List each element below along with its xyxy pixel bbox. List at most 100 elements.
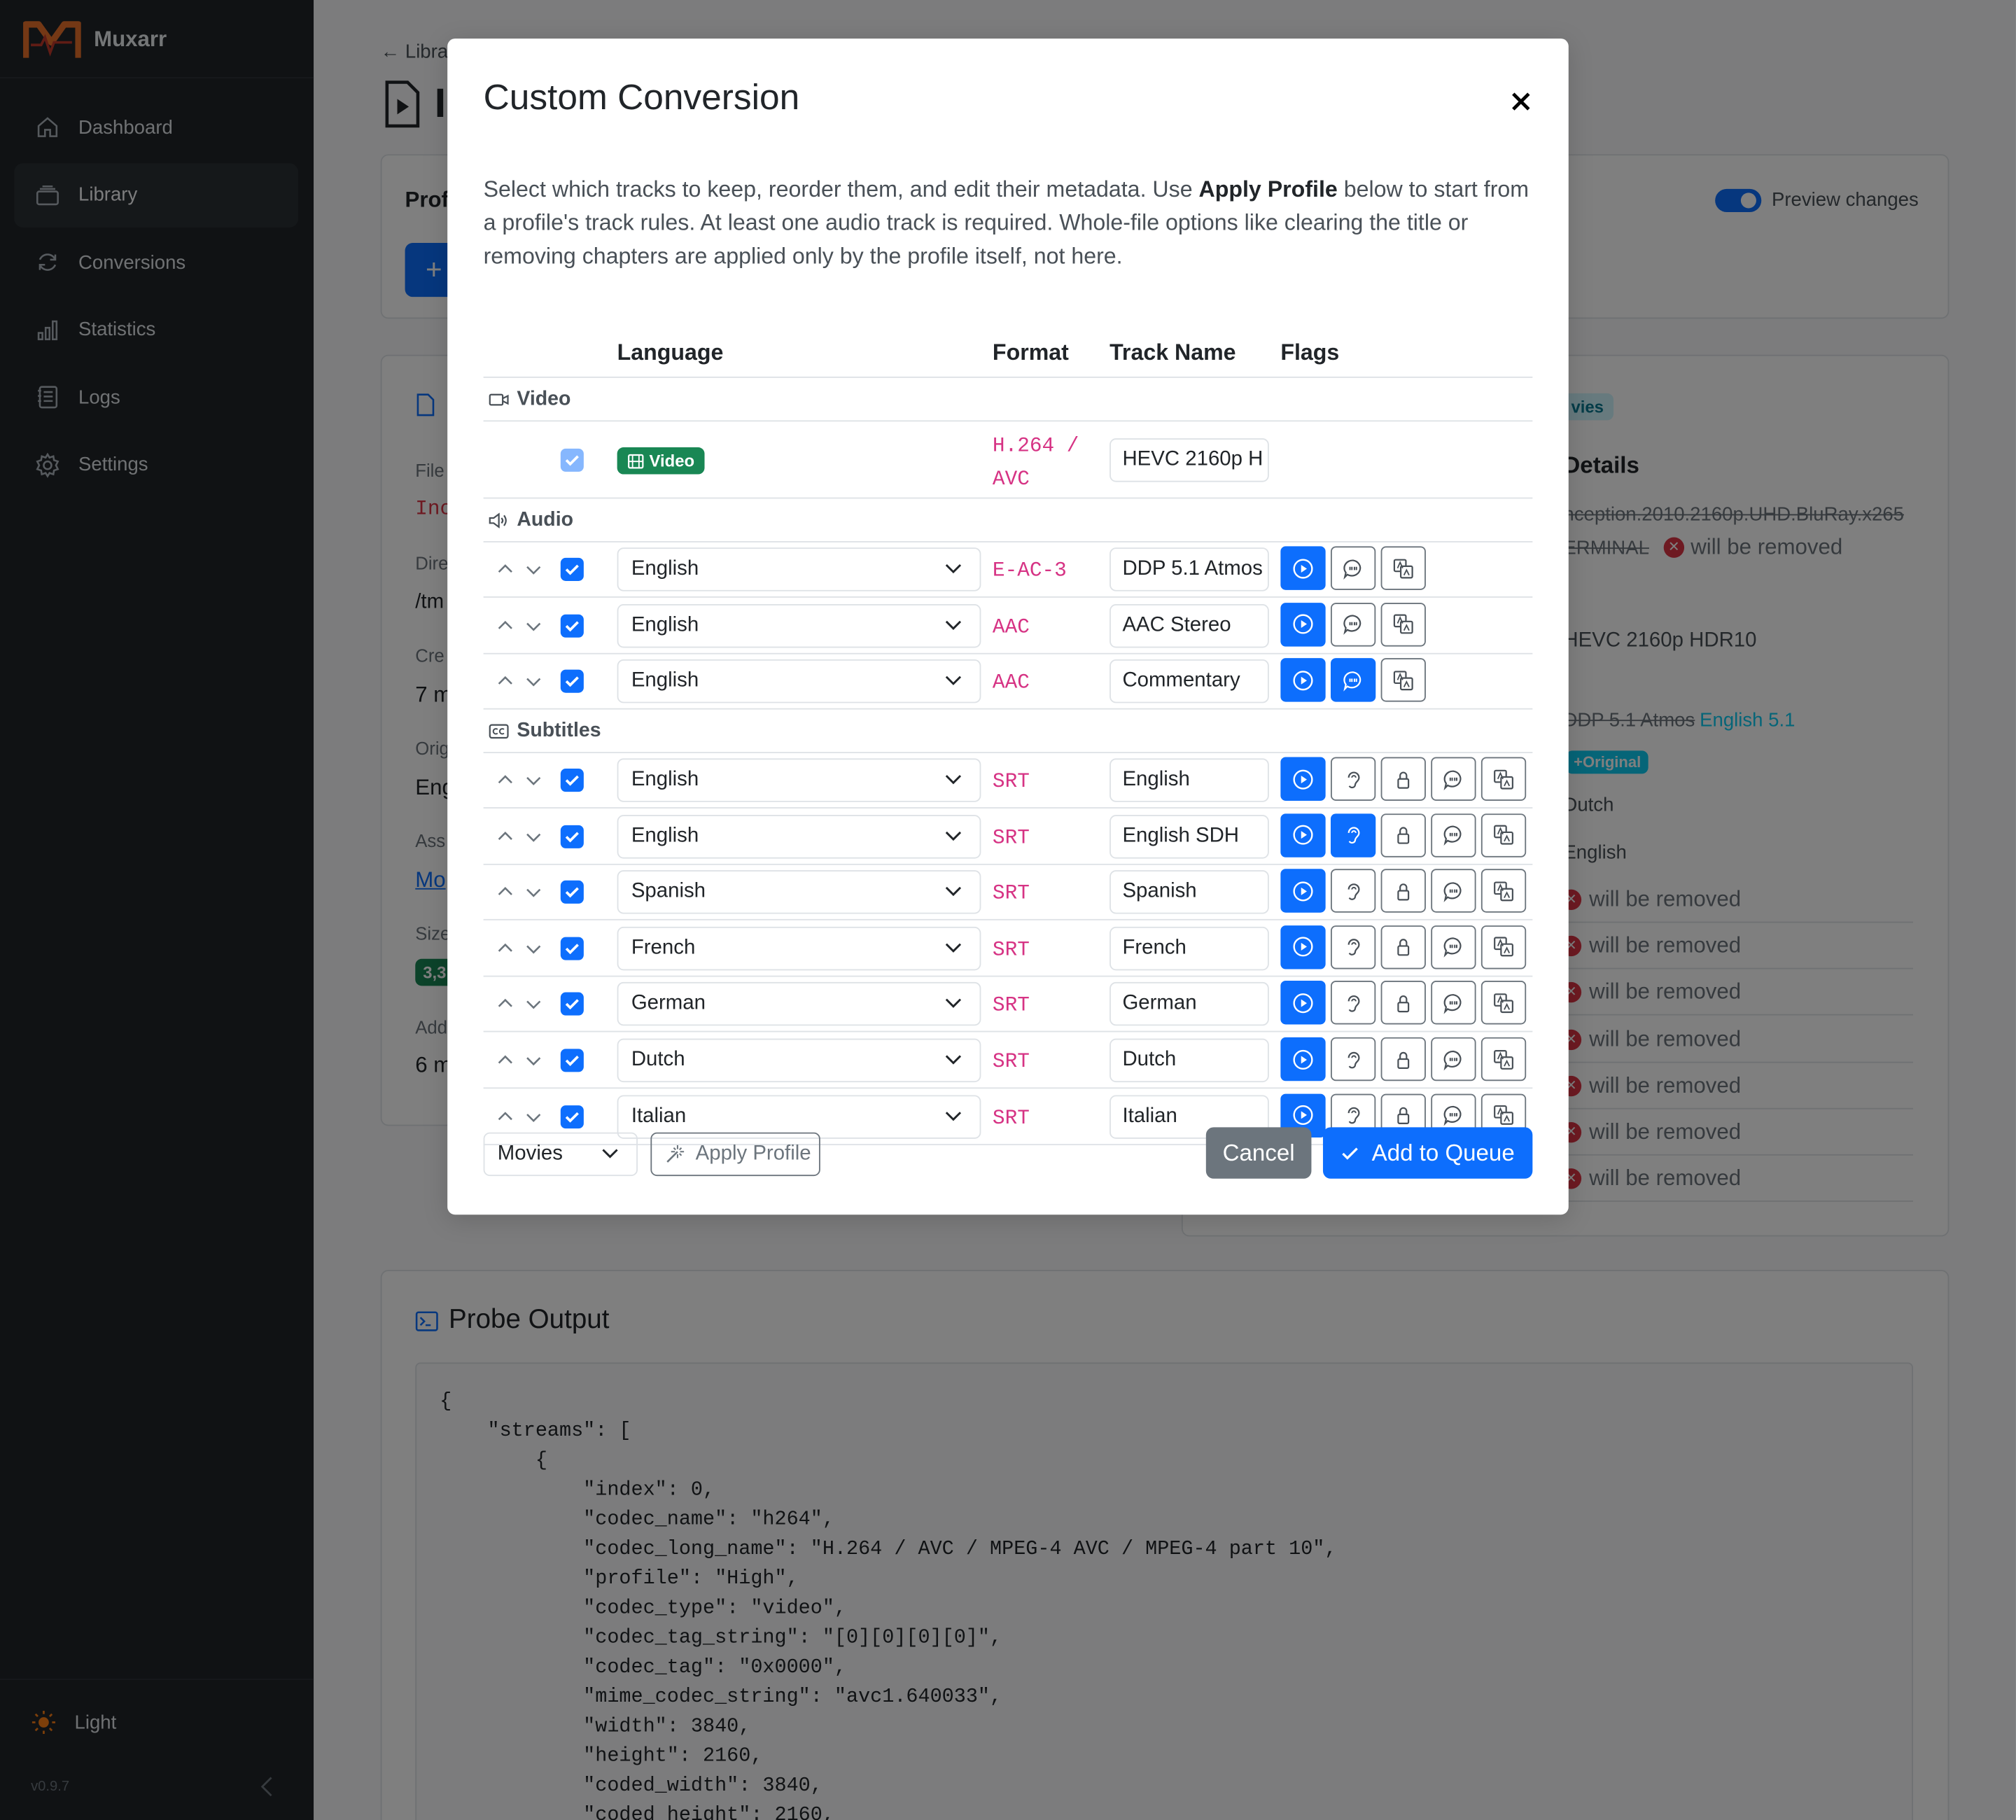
- language-select[interactable]: French: [617, 926, 981, 970]
- move-down-icon[interactable]: [524, 615, 542, 634]
- track-checkbox[interactable]: [560, 825, 584, 848]
- flag-play-button[interactable]: [1280, 981, 1326, 1026]
- move-down-icon[interactable]: [524, 1106, 542, 1124]
- track-name-input[interactable]: Dutch: [1110, 1038, 1269, 1083]
- flag-ear-button[interactable]: [1330, 925, 1376, 969]
- flag-translate-button[interactable]: [1380, 658, 1426, 703]
- flag-translate-button[interactable]: [1480, 813, 1527, 857]
- move-up-icon[interactable]: [496, 615, 514, 634]
- track-name-input[interactable]: HEVC 2160p H: [1110, 438, 1269, 482]
- flag-quote-button[interactable]: [1431, 869, 1476, 913]
- apply-profile-label: Apply Profile: [695, 1142, 811, 1165]
- move-up-icon[interactable]: [496, 671, 514, 690]
- flag-lock-button[interactable]: [1380, 813, 1426, 857]
- move-up-icon[interactable]: [496, 770, 514, 788]
- language-select[interactable]: Dutch: [617, 1038, 981, 1083]
- track-checkbox[interactable]: [560, 769, 584, 792]
- move-down-icon[interactable]: [524, 671, 542, 690]
- apply-profile-button[interactable]: Apply Profile: [650, 1132, 820, 1177]
- move-up-icon[interactable]: [496, 882, 514, 900]
- profile-select[interactable]: Movies: [483, 1132, 638, 1177]
- flag-translate-button[interactable]: [1480, 757, 1527, 801]
- close-button[interactable]: [1507, 88, 1535, 115]
- flag-play-button[interactable]: [1280, 1037, 1326, 1082]
- flag-play-button[interactable]: [1280, 925, 1326, 969]
- flag-translate-button[interactable]: [1380, 546, 1426, 590]
- move-up-icon[interactable]: [496, 559, 514, 578]
- move-down-icon[interactable]: [524, 994, 542, 1012]
- flag-ear-button[interactable]: [1330, 757, 1376, 801]
- commentary-icon: [1443, 993, 1462, 1014]
- flag-ear-button[interactable]: [1330, 813, 1376, 857]
- language-select[interactable]: English: [617, 547, 981, 592]
- track-name-input[interactable]: DDP 5.1 Atmos: [1110, 547, 1269, 592]
- flag-quote-button[interactable]: [1330, 546, 1376, 590]
- language-select[interactable]: Spanish: [617, 870, 981, 914]
- track-name-input[interactable]: French: [1110, 926, 1269, 970]
- flag-quote-button[interactable]: [1330, 658, 1376, 703]
- move-up-icon[interactable]: [496, 994, 514, 1012]
- track-checkbox[interactable]: [560, 881, 584, 904]
- flag-quote-button[interactable]: [1431, 981, 1476, 1026]
- move-down-icon[interactable]: [524, 1050, 542, 1068]
- cancel-button[interactable]: Cancel: [1205, 1127, 1312, 1179]
- language-select[interactable]: English: [617, 659, 981, 704]
- flag-lock-button[interactable]: [1380, 1037, 1426, 1082]
- chevron-down-icon: [945, 676, 962, 686]
- track-checkbox[interactable]: [560, 1049, 584, 1072]
- move-up-icon[interactable]: [496, 826, 514, 844]
- flag-play-button[interactable]: [1280, 658, 1326, 703]
- track-name-input[interactable]: Commentary: [1110, 659, 1269, 704]
- move-down-icon[interactable]: [524, 882, 542, 900]
- flag-quote-button[interactable]: [1330, 602, 1376, 647]
- track-checkbox[interactable]: [560, 993, 584, 1016]
- language-select[interactable]: German: [617, 982, 981, 1027]
- flag-play-button[interactable]: [1280, 757, 1326, 801]
- track-checkbox[interactable]: [560, 1105, 584, 1128]
- track-name-input[interactable]: Spanish: [1110, 870, 1269, 914]
- move-up-icon[interactable]: [496, 1050, 514, 1068]
- move-down-icon[interactable]: [524, 826, 542, 844]
- flag-quote-button[interactable]: [1431, 757, 1476, 801]
- flag-translate-button[interactable]: [1480, 1037, 1527, 1082]
- track-name-input[interactable]: English SDH: [1110, 814, 1269, 858]
- track-checkbox[interactable]: [560, 614, 584, 638]
- move-down-icon[interactable]: [524, 938, 542, 956]
- track-checkbox[interactable]: [560, 448, 584, 472]
- chevron-down-icon: [945, 943, 962, 953]
- check-icon: [565, 564, 579, 575]
- flag-ear-button[interactable]: [1330, 869, 1376, 913]
- track-checkbox[interactable]: [560, 670, 584, 694]
- flag-translate-button[interactable]: [1480, 869, 1527, 913]
- language-select[interactable]: English: [617, 814, 981, 858]
- flag-ear-button[interactable]: [1330, 981, 1376, 1026]
- language-select[interactable]: English: [617, 758, 981, 802]
- flag-play-button[interactable]: [1280, 813, 1326, 857]
- flag-lock-button[interactable]: [1380, 757, 1426, 801]
- track-name-input[interactable]: English: [1110, 758, 1269, 802]
- move-up-icon[interactable]: [496, 938, 514, 956]
- flag-play-button[interactable]: [1280, 546, 1326, 590]
- move-up-icon[interactable]: [496, 1106, 514, 1124]
- commentary-icon: [1443, 1106, 1462, 1126]
- flag-play-button[interactable]: [1280, 602, 1326, 647]
- flag-quote-button[interactable]: [1431, 925, 1476, 969]
- add-to-queue-button[interactable]: Add to Queue: [1322, 1127, 1533, 1179]
- flag-quote-button[interactable]: [1431, 813, 1476, 857]
- move-down-icon[interactable]: [524, 559, 542, 578]
- track-name-input[interactable]: AAC Stereo: [1110, 603, 1269, 648]
- flag-quote-button[interactable]: [1431, 1037, 1476, 1082]
- track-checkbox[interactable]: [560, 557, 584, 581]
- flag-lock-button[interactable]: [1380, 925, 1426, 969]
- track-checkbox[interactable]: [560, 937, 584, 960]
- flag-translate-button[interactable]: [1380, 602, 1426, 647]
- language-select[interactable]: English: [617, 603, 981, 648]
- flag-play-button[interactable]: [1280, 869, 1326, 913]
- flag-translate-button[interactable]: [1480, 981, 1527, 1026]
- move-down-icon[interactable]: [524, 770, 542, 788]
- flag-lock-button[interactable]: [1380, 981, 1426, 1026]
- flag-ear-button[interactable]: [1330, 1037, 1376, 1082]
- flag-translate-button[interactable]: [1480, 925, 1527, 969]
- track-name-input[interactable]: German: [1110, 982, 1269, 1027]
- flag-lock-button[interactable]: [1380, 869, 1426, 913]
